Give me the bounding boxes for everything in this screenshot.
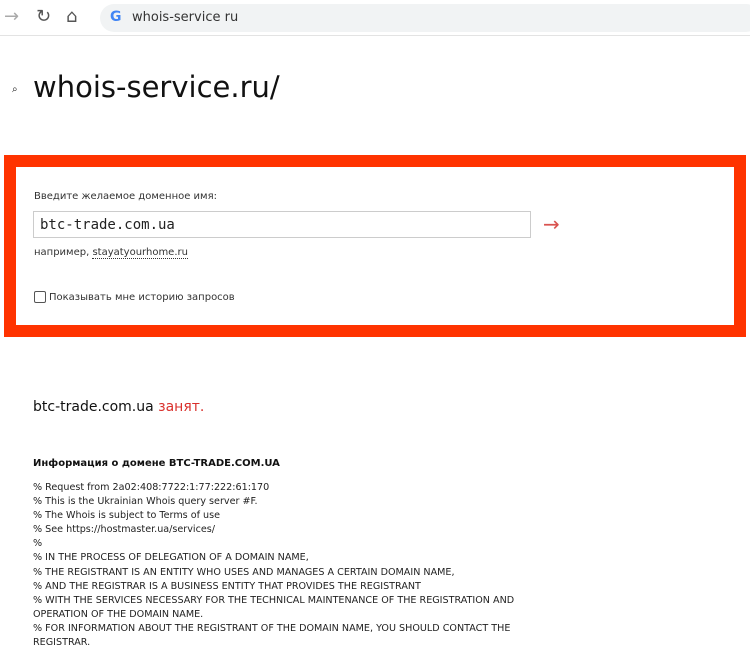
result-domain: btc-trade.com.ua bbox=[33, 399, 154, 415]
whois-line: % IN THE PROCESS OF DELEGATION OF A DOMA… bbox=[33, 552, 309, 564]
search-icon: ⌕ bbox=[12, 84, 18, 95]
example-link[interactable]: stayatyourhome.ru bbox=[92, 247, 188, 259]
browser-toolbar: → ↻ ⌂ G whois-service ru bbox=[0, 0, 750, 36]
example-prefix: например, bbox=[34, 247, 93, 258]
result-line: btc-trade.com.ua занят. bbox=[33, 399, 204, 415]
url-text: whois-service ru bbox=[132, 10, 239, 25]
history-checkbox-row[interactable]: Показывать мне историю запросов bbox=[34, 291, 235, 303]
result-status: занят. bbox=[158, 399, 205, 415]
whois-line: % AND THE REGISTRAR IS A BUSINESS ENTITY… bbox=[33, 580, 421, 592]
history-checkbox[interactable] bbox=[34, 291, 46, 303]
whois-line: % This is the Ukrainian Whois query serv… bbox=[33, 496, 258, 508]
whois-line: % WITH THE SERVICES NECESSARY FOR THE TE… bbox=[33, 594, 515, 620]
domain-label: Введите желаемое доменное имя: bbox=[34, 191, 217, 202]
domain-input[interactable]: btc-trade.com.ua bbox=[33, 211, 531, 238]
google-icon: G bbox=[110, 9, 122, 25]
history-label: Показывать мне историю запросов bbox=[49, 291, 235, 303]
whois-line: % The Whois is subject to Terms of use bbox=[33, 510, 221, 522]
submit-arrow-button[interactable]: → bbox=[543, 212, 560, 236]
search-form-highlight bbox=[4, 155, 746, 337]
whois-line: % See https://hostmaster.ua/services/ bbox=[33, 524, 215, 536]
info-heading: Информация о домене BTC-TRADE.COM.UA bbox=[33, 458, 280, 469]
example-text: например, stayatyourhome.ru bbox=[34, 247, 188, 259]
whois-line: % THE REGISTRANT IS AN ENTITY WHO USES A… bbox=[33, 566, 455, 578]
page-title[interactable]: whois-service.ru/ bbox=[33, 70, 280, 104]
reload-icon[interactable]: ↻ bbox=[36, 6, 51, 27]
address-bar[interactable]: G whois-service ru bbox=[100, 4, 750, 32]
whois-line: % FOR INFORMATION ABOUT THE REGISTRANT O… bbox=[33, 622, 511, 649]
whois-output: % Request from 2a02:408:7722:1:77:222:61… bbox=[33, 481, 523, 650]
home-icon[interactable]: ⌂ bbox=[66, 6, 77, 27]
whois-line: % Request from 2a02:408:7722:1:77:222:61… bbox=[33, 482, 270, 493]
forward-icon[interactable]: → bbox=[4, 6, 19, 27]
whois-line: % bbox=[33, 538, 43, 550]
